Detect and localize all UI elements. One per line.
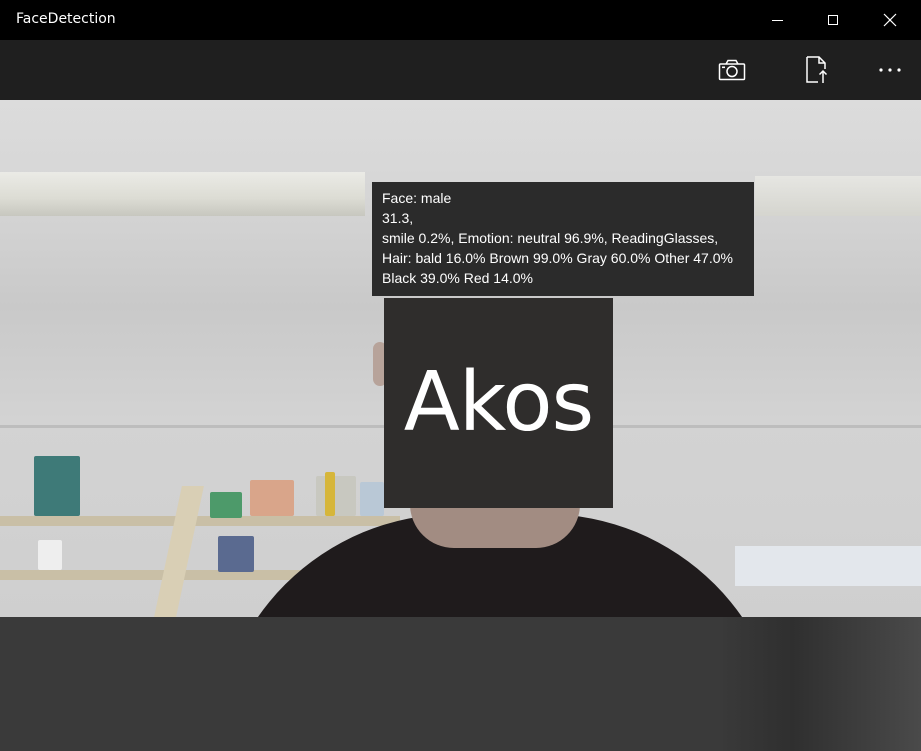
title-bar[interactable]: FaceDetection: [0, 0, 921, 40]
shelf-object: [316, 476, 356, 516]
camera-preview: Akos Face: male 31.3, smile 0.2%, Emotio…: [0, 100, 921, 617]
shelf-object: [210, 492, 242, 518]
bottom-panel: [0, 617, 921, 751]
camera-icon: [718, 59, 746, 81]
shelf-object: [34, 456, 80, 516]
person-neck: [410, 504, 580, 548]
shelf-object: [325, 472, 335, 516]
close-button[interactable]: [862, 0, 918, 40]
shelf-object: [38, 540, 62, 570]
shelf-board: [0, 516, 400, 526]
upload-file-button[interactable]: [793, 48, 841, 92]
camera-button[interactable]: [708, 48, 756, 92]
more-icon: [879, 68, 901, 72]
shelf-post: [154, 486, 204, 617]
background-cloth: [735, 546, 921, 586]
info-line: Hair: bald 16.0% Brown 99.0% Gray 60.0% …: [382, 250, 733, 266]
face-attributes-panel: Face: male 31.3, smile 0.2%, Emotion: ne…: [372, 182, 754, 296]
maximize-button[interactable]: [805, 0, 861, 40]
info-line: smile 0.2%, Emotion: neutral 96.9%, Read…: [382, 230, 719, 246]
file-upload-icon: [806, 56, 828, 83]
ceiling-light: [0, 172, 365, 216]
shelf-object: [218, 536, 254, 572]
ceiling-light-right: [755, 176, 921, 216]
info-line: Black 39.0% Red 14.0%: [382, 270, 533, 286]
app-title: FaceDetection: [16, 11, 116, 27]
face-name-label: Akos: [403, 355, 595, 450]
info-line: Face: male: [382, 190, 452, 206]
maximize-icon: [828, 15, 838, 25]
minimize-icon: [771, 19, 783, 21]
info-line: 31.3,: [382, 210, 414, 226]
shelf-object: [360, 482, 384, 516]
minimize-button[interactable]: [749, 0, 805, 40]
more-button[interactable]: [866, 48, 914, 92]
close-icon: [883, 13, 897, 27]
app-window: FaceDetection Akos Face: male 31.3, smil…: [0, 0, 921, 751]
command-bar: [0, 40, 921, 100]
shelf-object: [250, 480, 294, 516]
face-label-box: Akos: [384, 298, 613, 508]
